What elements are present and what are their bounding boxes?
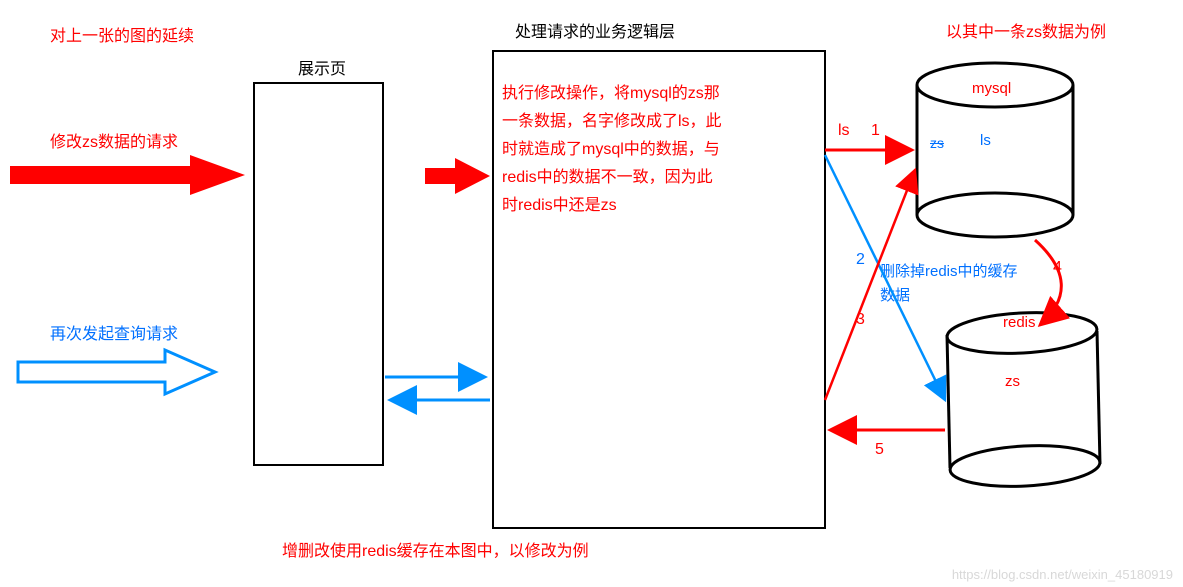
logic-text: 执行修改操作，将mysql的zs那 一条数据，名字修改成了ls，此 时就造成了m… xyxy=(502,80,722,220)
logic-text-line: 时就造成了mysql中的数据，与 xyxy=(502,136,722,164)
watermark: https://blog.csdn.net/weixin_45180919 xyxy=(952,567,1173,582)
redis-zs: zs xyxy=(1005,373,1020,390)
display-to-logic-red-arrow xyxy=(425,158,490,194)
num-3: 3 xyxy=(856,311,865,329)
logic-text-line: 时redis中还是zs xyxy=(502,192,722,220)
logic-text-line: 一条数据，名字修改成了ls，此 xyxy=(502,108,722,136)
delete-cache-label: 删除掉redis中的缓存 数据 xyxy=(880,260,1018,308)
logic-layer-title: 处理请求的业务逻辑层 xyxy=(515,18,675,42)
num-1: 1 xyxy=(871,122,880,140)
mysql-zs: zs xyxy=(930,135,944,151)
display-page-box xyxy=(253,82,384,466)
num-5: 5 xyxy=(875,441,884,459)
query-again-label: 再次发起查询请求 xyxy=(50,320,178,344)
bottom-note: 增删改使用redis缓存在本图中，以修改为例 xyxy=(282,537,589,561)
modify-request-arrow xyxy=(10,155,245,195)
continuation-note: 对上一张的图的延续 xyxy=(50,22,194,46)
ls-label: ls xyxy=(838,122,850,140)
logic-text-line: redis中的数据不一致，因为此 xyxy=(502,164,722,192)
modify-request-label: 修改zs数据的请求 xyxy=(50,128,178,152)
delete-cache-line: 删除掉redis中的缓存 xyxy=(880,260,1018,284)
delete-cache-line: 数据 xyxy=(880,284,1018,308)
mysql-label: mysql xyxy=(972,80,1011,97)
num-4: 4 xyxy=(1053,259,1062,277)
mysql-ls: ls xyxy=(980,132,991,149)
num-2: 2 xyxy=(856,251,865,269)
display-page-title: 展示页 xyxy=(298,55,346,79)
logic-text-line: 执行修改操作，将mysql的zs那 xyxy=(502,80,722,108)
example-note: 以其中一条zs数据为例 xyxy=(946,18,1106,42)
redis-cylinder xyxy=(934,308,1124,498)
query-again-arrow xyxy=(18,350,215,394)
redis-label: redis xyxy=(1003,314,1036,331)
